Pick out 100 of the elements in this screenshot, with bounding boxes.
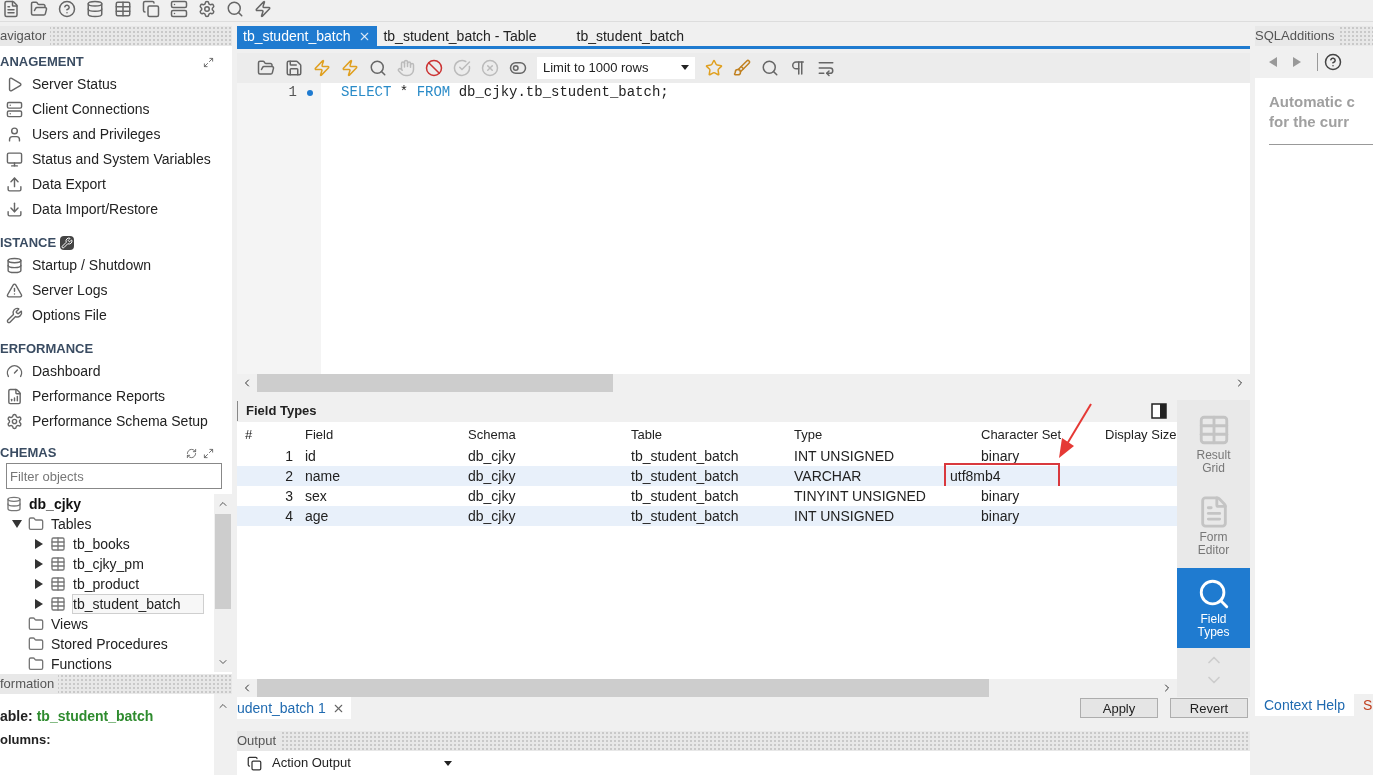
side-tab[interactable]: S [1353,694,1373,716]
new-file-icon[interactable] [2,0,20,18]
navigator-item[interactable]: Data Import/Restore [32,199,159,220]
result-tab[interactable]: udent_batch 1 [237,697,351,720]
server-icon [6,101,23,118]
side-tab[interactable]: Context Help [1255,694,1354,716]
table-cell: sex [305,487,327,504]
output-selector[interactable]: Action Output [272,753,452,773]
search-icon[interactable] [761,58,779,77]
table-cell: tb_student_batch [631,467,739,484]
column-header[interactable]: Display Size [1097,425,1177,445]
column-header[interactable]: Schema [460,425,623,445]
section-title: ERFORMANCE [0,340,94,359]
magnifier-icon[interactable] [369,58,387,77]
collapsed-arrow-icon[interactable] [34,539,44,549]
navigator-item[interactable]: Options File [32,305,107,326]
tree-item[interactable]: tb_cjky_pm [72,554,149,574]
expand-icon[interactable] [203,56,214,68]
column-header[interactable]: Field [297,425,460,445]
horizontal-scrollbar[interactable] [237,679,1177,698]
tree-item[interactable]: Functions [50,654,117,672]
scrollbar[interactable] [214,694,232,775]
help-text: Automatic c for the curr [1269,92,1356,132]
database-icon [6,496,22,512]
editor-tab[interactable]: tb_student_batch [237,26,378,46]
server-icon[interactable] [170,0,188,18]
forward-arrow-icon[interactable] [1293,57,1301,67]
expand-icon[interactable] [203,447,214,459]
navigator-item[interactable]: Performance Schema Setup [32,411,208,432]
navigator-item[interactable]: Server Logs [32,280,108,301]
refresh-icon[interactable] [186,447,197,459]
folder-icon[interactable] [257,58,275,77]
filter-field[interactable]: Filter objects [6,463,222,489]
table-name: tb_student_batch [36,707,154,726]
column-header[interactable]: Character Set [973,425,1097,445]
settings-icon [6,413,23,430]
lightning-icon[interactable] [254,0,272,18]
table-cell: binary [981,507,1020,524]
pilcrow-icon[interactable] [789,58,807,77]
gauge-icon [6,363,23,380]
table-cell: INT UNSIGNED [794,447,895,464]
monitor-icon [6,151,23,168]
navigator-item[interactable]: Data Export [32,174,106,195]
column-header[interactable]: # [237,425,297,445]
table-icon[interactable] [114,0,132,18]
database-icon[interactable] [86,0,104,18]
navigator-item[interactable]: Users and Privileges [32,124,161,145]
expanded-arrow-icon[interactable] [12,519,22,529]
result-title: Field Types [237,401,317,421]
navigator-item[interactable]: Dashboard [32,361,101,382]
view-switch-button[interactable]: Form Editor [1177,486,1250,566]
panel-toggle-icon[interactable] [1151,403,1167,419]
navigator-item[interactable]: Client Connections [32,99,150,120]
folder-icon [28,616,44,632]
table-cell: id [305,447,316,464]
view-switch-button[interactable]: Result Grid [1177,404,1250,484]
view-switch-button[interactable]: Field Types [1177,568,1250,648]
column-header[interactable]: Type [786,425,973,445]
table-cell: age [305,507,329,524]
navigator-item[interactable]: Startup / Shutdown [32,255,152,276]
column-header[interactable]: Table [623,425,786,445]
download-icon [6,201,23,218]
star-icon[interactable] [705,58,723,77]
panel-title: formation [0,674,59,694]
editor-tab[interactable]: tb_student_batch - Table [377,26,543,46]
save-icon[interactable] [285,58,303,77]
section-title: CHEMAS [0,444,57,463]
editor-tab[interactable]: tb_student_batch [570,26,690,46]
open-folder-icon[interactable] [30,0,48,18]
table-cell: db_cjky [468,507,516,524]
table-cell: name [305,467,341,484]
limit-dropdown[interactable]: Limit to 1000 rows [537,56,695,79]
info-label: able: [0,707,33,726]
back-arrow-icon[interactable] [1269,57,1277,67]
copy-icon[interactable] [247,755,262,771]
action-button[interactable]: Apply [1080,698,1158,719]
tree-item[interactable]: Tables [50,514,97,534]
collapsed-arrow-icon[interactable] [34,579,44,589]
tree-item[interactable]: Views [50,614,94,634]
settings-icon[interactable] [198,0,216,18]
report-icon [6,388,23,405]
tree-item[interactable]: tb_books [72,534,135,554]
panel-title: avigator [0,26,51,46]
collapsed-arrow-icon[interactable] [34,559,44,569]
help-icon[interactable] [1317,53,1342,71]
play-icon [6,76,23,93]
collapsed-arrow-icon[interactable] [34,599,44,609]
tree-item[interactable]: db_cjky [28,494,87,514]
action-button[interactable]: Revert [1170,698,1248,719]
search-icon[interactable] [226,0,244,18]
tree-item[interactable]: Stored Procedures [50,634,173,654]
navigator-item[interactable]: Status and System Variables [32,149,211,170]
tree-item[interactable]: tb_product [72,574,145,594]
panel-title: SQLAdditions [1255,26,1339,46]
navigator-item[interactable]: Server Status [32,74,117,95]
tree-item[interactable]: tb_student_batch [72,594,204,614]
navigator-item[interactable]: Performance Reports [32,386,166,407]
brush-icon[interactable] [733,58,751,77]
table-cell: tb_student_batch [631,507,739,524]
table-icon [50,556,66,572]
